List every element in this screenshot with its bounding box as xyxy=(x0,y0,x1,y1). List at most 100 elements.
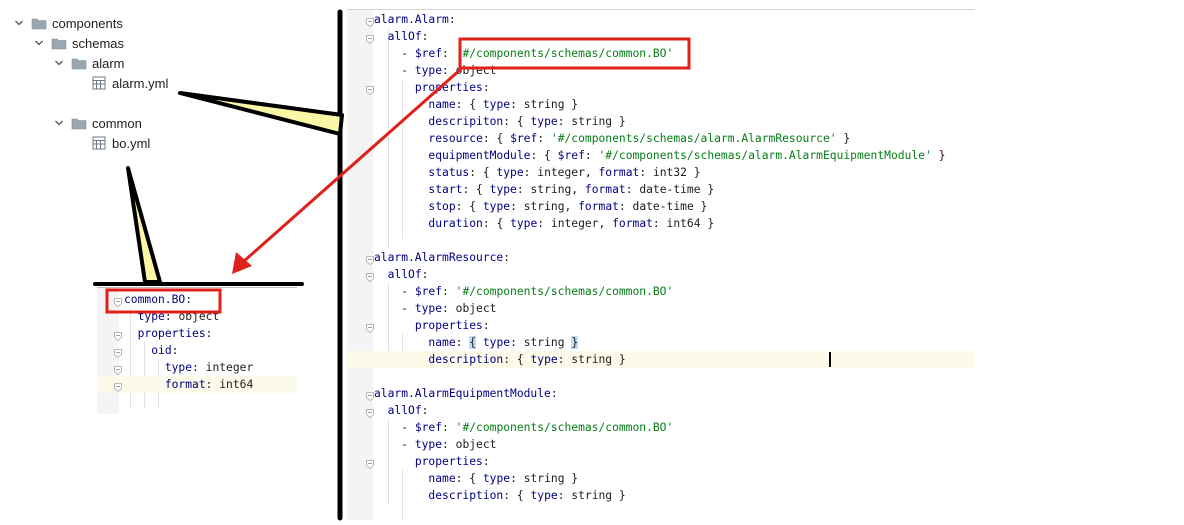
code-text: descripiton: { type: string } xyxy=(374,113,625,130)
yaml-key: resource xyxy=(428,132,483,145)
yaml-file-icon xyxy=(92,76,106,90)
fold-marker-icon[interactable] xyxy=(114,380,122,393)
yaml-punct: : xyxy=(510,98,524,111)
fold-marker-icon[interactable] xyxy=(366,406,374,419)
code-line[interactable]: name: { type: string } xyxy=(347,96,975,113)
tree-item-alarm-yml[interactable]: alarm.yml xyxy=(92,73,168,93)
yaml-punct xyxy=(374,217,428,230)
yaml-value: int32 xyxy=(652,166,687,179)
code-text: allOf: xyxy=(374,402,429,419)
fold-marker-icon[interactable] xyxy=(114,346,122,359)
code-line[interactable]: oid: xyxy=(97,342,297,359)
yaml-key: oid xyxy=(151,344,172,357)
chevron-down-icon[interactable] xyxy=(53,117,65,129)
fold-marker-icon[interactable] xyxy=(114,329,122,342)
code-text: - type: object xyxy=(374,300,496,317)
chevron-down-icon[interactable] xyxy=(53,57,65,69)
yaml-punct: : { xyxy=(455,472,483,485)
code-line[interactable]: - type: object xyxy=(347,436,975,453)
code-line[interactable]: alarm.AlarmResource: xyxy=(347,249,975,266)
yaml-key: allOf xyxy=(387,268,422,281)
yaml-key: properties xyxy=(137,327,206,340)
code-line[interactable]: type: object xyxy=(97,308,297,325)
code-line[interactable]: properties: xyxy=(347,317,975,334)
code-line[interactable]: properties: xyxy=(347,79,975,96)
code-text: alarm.AlarmResource: xyxy=(374,249,510,266)
tree-item-common[interactable]: common xyxy=(53,113,142,133)
code-line[interactable]: - $ref: '#/components/schemas/common.BO' xyxy=(347,419,975,436)
chevron-down-icon[interactable] xyxy=(33,37,45,49)
yaml-key: $ref xyxy=(510,132,538,145)
yaml-punct: : xyxy=(510,200,524,213)
code-line[interactable]: description: { type: string } xyxy=(347,351,975,368)
code-line[interactable]: - $ref: '#/components/schemas/common.BO' xyxy=(347,45,975,62)
code-line[interactable]: equipmentModule: { $ref: '#/components/s… xyxy=(347,147,975,164)
code-line[interactable]: common.BO: xyxy=(97,291,297,308)
yaml-punct: : xyxy=(185,293,193,306)
yaml-punct: : xyxy=(584,149,599,162)
code-line[interactable]: - type: object xyxy=(347,62,975,79)
folder-icon xyxy=(51,37,67,50)
yaml-key: format xyxy=(612,217,653,230)
yaml-punct: } xyxy=(564,472,579,485)
tree-item-label: common xyxy=(92,115,142,131)
yaml-value: string xyxy=(523,336,565,349)
code-line[interactable]: descripiton: { type: string } xyxy=(347,113,975,130)
fold-marker-icon[interactable] xyxy=(366,15,374,28)
code-line[interactable]: description: { type: string } xyxy=(347,487,975,504)
fold-marker-icon[interactable] xyxy=(114,363,122,376)
yaml-key: type xyxy=(137,310,165,323)
yaml-punct xyxy=(374,98,428,111)
yaml-punct: : xyxy=(537,217,551,230)
yaml-punct xyxy=(124,378,165,391)
yaml-punct: , xyxy=(584,166,599,179)
code-line[interactable]: allOf: xyxy=(347,266,975,283)
tree-item-bo-yml[interactable]: bo.yml xyxy=(92,133,150,153)
code-line[interactable]: status: { type: integer, format: int32 } xyxy=(347,164,975,181)
fold-marker-icon[interactable] xyxy=(114,295,122,308)
tree-item-alarm[interactable]: alarm xyxy=(53,53,125,73)
yaml-key: type xyxy=(510,217,538,230)
fold-marker-icon[interactable] xyxy=(366,83,374,96)
yaml-punct xyxy=(124,344,151,357)
code-line[interactable]: properties: xyxy=(347,453,975,470)
code-line[interactable]: stop: { type: string, format: date-time … xyxy=(347,198,975,215)
code-line[interactable]: type: integer xyxy=(97,359,297,376)
code-text: name: { type: string } xyxy=(374,96,578,113)
code-line[interactable]: format: int64 xyxy=(97,376,297,393)
fold-marker-icon[interactable] xyxy=(366,321,374,334)
yaml-punct: : xyxy=(557,115,572,128)
code-line[interactable]: alarm.AlarmEquipmentModule: xyxy=(347,385,975,402)
fold-marker-icon[interactable] xyxy=(366,389,374,402)
fold-marker-icon[interactable] xyxy=(366,32,374,45)
code-line[interactable]: allOf: xyxy=(347,402,975,419)
code-line[interactable]: duration: { type: integer, format: int64… xyxy=(347,215,975,232)
code-line[interactable]: - $ref: '#/components/schemas/common.BO' xyxy=(347,283,975,300)
code-line[interactable]: alarm.Alarm: xyxy=(347,11,975,28)
yaml-punct: : { xyxy=(469,166,497,179)
fold-marker-icon[interactable] xyxy=(366,253,374,266)
code-line[interactable]: start: { type: string, format: date-time… xyxy=(347,181,975,198)
yaml-key: type xyxy=(482,98,511,111)
fold-marker-icon[interactable] xyxy=(366,270,374,283)
code-line[interactable] xyxy=(347,368,975,385)
tree-item-schemas[interactable]: schemas xyxy=(33,33,124,53)
code-editor-alarm-yml[interactable]: alarm.Alarm: allOf: - $ref: '#/component… xyxy=(347,9,975,520)
code-line[interactable]: allOf: xyxy=(347,28,975,45)
code-text: allOf: xyxy=(374,28,429,45)
fold-marker-icon[interactable] xyxy=(366,457,374,470)
chevron-down-icon[interactable] xyxy=(13,17,25,29)
code-line[interactable]: name: { type: string } xyxy=(347,334,975,351)
code-line[interactable]: properties: xyxy=(97,325,297,342)
code-editor-bo-yml[interactable]: common.BO: type: object properties: oid:… xyxy=(97,287,297,414)
code-line[interactable]: name: { type: string } xyxy=(347,470,975,487)
code-text: allOf: xyxy=(374,266,429,283)
tree-item-components[interactable]: components xyxy=(13,13,123,33)
code-text: equipmentModule: { $ref: '#/components/s… xyxy=(374,147,945,164)
code-line[interactable]: resource: { $ref: '#/components/schemas/… xyxy=(347,130,975,147)
code-line[interactable]: - type: object xyxy=(347,300,975,317)
code-text: alarm.AlarmEquipmentModule: xyxy=(374,385,558,402)
yaml-punct: } xyxy=(686,166,701,179)
yaml-value: date-time xyxy=(639,183,701,196)
code-line[interactable] xyxy=(347,232,975,249)
